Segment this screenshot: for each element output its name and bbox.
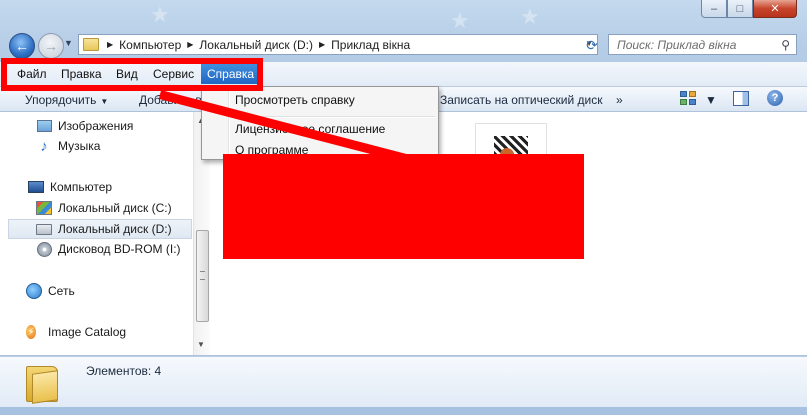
nav-item-network[interactable]: Сеть [26,283,75,299]
annotation-redaction-box [223,154,584,259]
details-pane: Элементов: 4 [0,356,807,407]
breadcrumb-drive-d[interactable]: Локальный диск (D:) [196,38,316,52]
organize-button[interactable]: Упорядочить ▼ [25,93,108,107]
refresh-icon: ⟳ [586,36,598,53]
nav-item-pictures[interactable]: Изображения [36,119,133,133]
nav-item-label: Локальный диск (D:) [58,222,172,236]
bd-rom-icon [36,241,52,257]
recent-pages-dropdown[interactable]: ▼ [64,38,73,48]
search-icon[interactable]: ⚲ [781,38,790,52]
nav-item-drive-d[interactable]: Локальный диск (D:) [8,219,192,239]
nav-item-bd-rom[interactable]: Дисковод BD-ROM (I:) [36,241,181,257]
frame-decoration: ★ [150,2,170,27]
breadcrumb-current-folder[interactable]: Приклад вікна [328,38,413,52]
scroll-down-icon[interactable]: ▼ [197,340,205,349]
nav-item-label: Компьютер [50,180,113,194]
folder-icon [26,364,58,404]
forward-button[interactable]: → [38,33,64,59]
nav-item-image-catalog[interactable]: ⚡ Image Catalog [26,325,126,339]
menu-gutter [228,89,230,157]
annotation-highlight-box [1,58,263,91]
folder-icon [83,38,99,51]
search-input[interactable]: Поиск: Приклад вікна ⚲ [608,34,797,55]
minimize-button[interactable]: – [701,0,727,18]
items-count: Элементов: 4 [86,364,162,378]
network-icon [26,283,42,299]
scroll-thumb[interactable] [196,230,209,322]
menu-item-view-help[interactable]: Просмотреть справку [235,93,355,107]
maximize-button[interactable]: □ [727,0,753,18]
frame-decoration: ★ [450,8,470,33]
organize-label: Упорядочить [25,93,97,107]
frame-decoration: ★ [520,4,540,29]
search-placeholder: Поиск: Приклад вікна [617,37,737,52]
chevron-right-icon[interactable]: ▶ [104,40,116,49]
chevron-right-icon[interactable]: ▶ [184,40,196,49]
back-arrow-icon: ← [15,38,29,54]
preview-pane-icon[interactable] [733,91,749,106]
nav-item-music[interactable]: ♪ Музыка [36,137,101,155]
window-controls: – □ ✕ [701,0,797,18]
nav-item-label: Локальный диск (C:) [58,201,172,215]
help-icon[interactable]: ? [767,90,783,106]
refresh-button[interactable]: ⟳ [582,35,602,55]
image-catalog-icon: ⚡ [26,325,36,339]
view-options-dropdown[interactable]: ▼ [705,93,717,107]
more-commands-button[interactable]: » [616,93,623,107]
nav-item-computer[interactable]: Компьютер [28,180,112,194]
breadcrumb-computer[interactable]: Компьютер [116,38,184,52]
computer-icon [28,181,44,193]
nav-item-label: Сеть [48,284,75,298]
nav-item-label: Музыка [58,139,101,153]
nav-item-label: Изображения [58,119,134,133]
pictures-icon [36,120,52,132]
burn-disc-button[interactable]: Записать на оптический диск [440,93,603,107]
change-view-icon[interactable] [680,91,696,105]
drive-icon [36,223,52,235]
nav-item-label: Image Catalog [48,325,127,339]
address-bar[interactable]: ▶ Компьютер ▶ Локальный диск (D:) ▶ Прик… [78,34,598,55]
help-menu-dropdown: Просмотреть справку Лицензионное соглаше… [201,86,439,160]
system-drive-icon [36,201,52,215]
nav-item-label: Дисковод BD-ROM (I:) [58,242,181,256]
window-frame: ★ ★ ★ – □ ✕ ← → ▼ ▶ Компьютер ▶ Локальны… [0,0,807,415]
chevron-down-icon: ▼ [100,97,109,106]
back-button[interactable]: ← [9,33,35,59]
navigation-pane: Изображения ♪ Музыка Компьютер Локальный… [0,112,193,355]
forward-arrow-icon: → [44,38,58,54]
chevron-right-icon[interactable]: ▶ [316,40,328,49]
nav-item-drive-c[interactable]: Локальный диск (C:) [36,201,172,215]
grip-icon [200,271,205,280]
close-button[interactable]: ✕ [753,0,797,18]
music-icon: ♪ [40,137,48,155]
